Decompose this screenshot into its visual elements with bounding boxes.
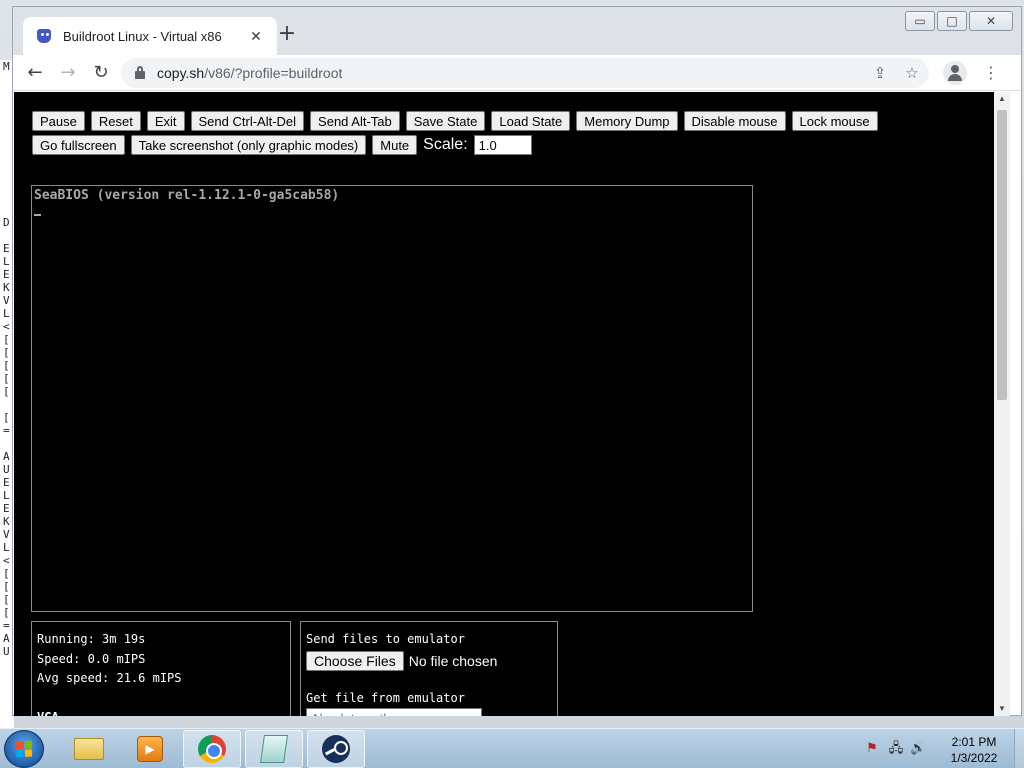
bios-text: SeaBIOS (version rel-1.12.1-0-ga5cab58) [34,188,340,203]
share-icon[interactable]: ⇪ [869,62,891,84]
maximize-button[interactable]: □ [937,11,967,31]
send-ctrl-alt-del-button[interactable]: Send Ctrl-Alt-Del [190,111,305,131]
emulator-screen[interactable]: SeaBIOS (version rel-1.12.1-0-ga5cab58) [31,185,753,612]
scale-input[interactable] [473,135,532,155]
disable-mouse-button[interactable]: Disable mouse [683,111,786,131]
save-state-button[interactable]: Save State [405,111,486,131]
clock[interactable]: 2:01 PM 1/3/2022 [934,734,1014,766]
taskbar-explorer[interactable] [60,730,118,768]
close-window-button[interactable]: ✕ [969,11,1013,31]
address-bar[interactable]: copy.sh/v86/?profile=buildroot ⇪ ☆ [121,58,929,88]
taskbar-media-player[interactable]: ▶ [121,730,179,768]
bookmark-star-icon[interactable]: ☆ [901,62,923,84]
browser-toolbar: ← → ↻ copy.sh/v86/?profile=buildroot ⇪ ☆ [13,55,1021,91]
profile-avatar-icon[interactable] [943,61,967,85]
lock-mouse-button[interactable]: Lock mouse [791,111,878,131]
tab-buildroot[interactable]: Buildroot Linux - Virtual x86 ✕ [23,17,277,55]
browser-menu-icon[interactable]: ⋮ [981,61,1001,85]
lock-icon [135,66,145,80]
tab-title: Buildroot Linux - Virtual x86 [63,28,222,44]
reset-button[interactable]: Reset [90,111,141,131]
browser-window: Buildroot Linux - Virtual x86 ✕ + ▭ □ ✕ … [12,6,1022,716]
action-center-flag-icon[interactable]: ⚑ [864,741,880,757]
network-icon[interactable]: 🖧 [888,741,904,757]
v86-favicon-icon [35,27,53,45]
taskbar-chrome[interactable] [183,730,241,768]
vga-heading: VGA [37,708,285,716]
reload-button[interactable]: ↻ [89,61,113,85]
load-state-button[interactable]: Load State [491,111,571,131]
scroll-up-icon[interactable]: ▲ [994,92,1010,106]
send-files-heading: Send files to emulator [306,632,465,646]
take-screenshot-only-graphic-modes-button[interactable]: Take screenshot (only graphic modes) [130,135,367,155]
scale-label: Scale: [423,136,468,153]
scrollbar-thumb[interactable] [997,110,1007,400]
send-alt-tab-button[interactable]: Send Alt-Tab [310,111,400,131]
url-text: copy.sh/v86/?profile=buildroot [157,65,342,81]
start-button[interactable] [4,730,44,768]
clock-date: 1/3/2022 [950,751,998,765]
taskbar-steam[interactable] [307,730,365,768]
file-picker: Choose Files No file chosen [306,650,552,671]
v86-page: Pause Reset Exit Send Ctrl-Alt-Del Send Alt-… [14,92,994,716]
text-cursor [34,214,41,216]
avg-speed-value: Avg speed: 21.6 mIPS [37,671,182,685]
control-buttons-row-1: Pause Reset Exit Send Ctrl-Alt-Del Send Alt-… [32,111,878,131]
url-host: copy.sh [157,65,205,81]
arrow-right-icon: → [60,62,76,83]
volume-icon[interactable]: 🔊 [910,741,926,757]
scroll-down-icon[interactable]: ▼ [994,702,1010,716]
file-transfer-panel: Send files to emulator Choose Files No f… [300,621,558,716]
arrow-left-icon: ← [27,62,43,83]
url-path: /v86/?profile=buildroot [204,65,343,81]
window-controls: ▭ □ ✕ [905,11,1013,31]
maximize-icon: □ [946,14,958,28]
forward-button[interactable]: → [56,61,80,85]
choose-files-button[interactable]: Choose Files [306,650,404,671]
mute-button[interactable]: Mute [372,135,418,155]
get-file-heading: Get file from emulator [306,690,465,705]
back-button[interactable]: ← [23,61,47,85]
folder-icon [74,738,104,760]
clock-time: 2:01 PM [951,735,997,749]
running-time: Running: 3m 19s [37,632,146,646]
notepad-icon [260,735,288,763]
go-fullscreen-button[interactable]: Go fullscreen [32,135,125,155]
speed-value: Speed: 0.0 mIPS [37,651,146,666]
tab-close-icon[interactable]: ✕ [247,28,265,45]
close-icon: ✕ [985,14,997,28]
taskbar: ▶ ⚑ 🖧 🔊 2:01 PM 1/3/2022 [0,728,1024,768]
tab-strip: Buildroot Linux - Virtual x86 ✕ + ▭ □ ✕ [13,7,1021,55]
windows-logo-icon [16,740,32,758]
memory-dump-button[interactable]: Memory Dump [576,111,678,131]
reload-icon: ↻ [93,62,109,83]
taskbar-notepad[interactable] [245,730,303,768]
absolute-path-input[interactable] [306,708,482,716]
show-desktop-button[interactable] [1014,729,1024,768]
page-scrollbar[interactable]: ▲ ▼ [994,92,1010,716]
minimize-icon: ▭ [914,14,926,28]
steam-icon [322,735,350,763]
stats-panel: Running: 3m 19s Speed: 0.0 mIPS Avg spee… [31,621,291,716]
file-chosen-status: No file chosen [408,652,498,669]
control-buttons-row-2: Go fullscreen Take screenshot (only graph… [32,135,532,155]
new-tab-button[interactable]: + [275,23,299,47]
system-tray: ⚑ 🖧 🔊 [864,729,926,768]
media-player-icon: ▶ [137,736,163,762]
minimize-button[interactable]: ▭ [905,11,935,31]
exit-button[interactable]: Exit [146,111,185,131]
pause-button[interactable]: Pause [32,111,85,131]
chrome-icon [198,735,226,763]
